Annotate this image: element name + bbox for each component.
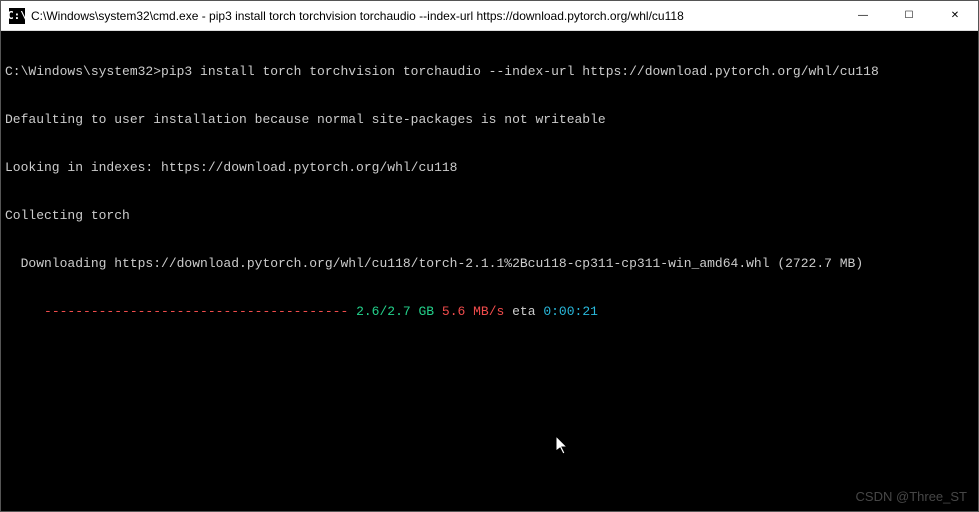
prompt-line: C:\Windows\system32>pip3 install torch t…: [5, 64, 974, 80]
progress-eta-value: 0:00:21: [543, 304, 598, 319]
typed-command: pip3 install torch torchvision torchaudi…: [161, 64, 879, 79]
progress-line: --------------------------------------- …: [5, 304, 974, 320]
close-button[interactable]: ✕: [932, 1, 978, 30]
progress-spacer: [348, 304, 356, 319]
cmd-window: C:\ C:\Windows\system32\cmd.exe - pip3 i…: [0, 0, 979, 512]
progress-indent: [5, 304, 44, 319]
prompt: C:\Windows\system32>: [5, 64, 161, 79]
watermark: CSDN @Three_ST: [856, 489, 967, 504]
maximize-button[interactable]: ☐: [886, 1, 932, 30]
output-indexes: Looking in indexes: https://download.pyt…: [5, 160, 974, 176]
mouse-cursor-icon: [556, 436, 570, 456]
output-defaulting: Defaulting to user installation because …: [5, 112, 974, 128]
cmd-icon: C:\: [9, 8, 25, 24]
progress-eta-label: eta: [504, 304, 543, 319]
output-collecting: Collecting torch: [5, 208, 974, 224]
progress-size: 2.6/2.7 GB: [356, 304, 434, 319]
minimize-button[interactable]: —: [840, 1, 886, 30]
progress-speed: 5.6 MB/s: [434, 304, 504, 319]
window-controls: — ☐ ✕: [840, 1, 978, 30]
window-title: C:\Windows\system32\cmd.exe - pip3 insta…: [31, 9, 840, 23]
titlebar[interactable]: C:\ C:\Windows\system32\cmd.exe - pip3 i…: [1, 1, 978, 31]
terminal-area[interactable]: C:\Windows\system32>pip3 install torch t…: [1, 31, 978, 511]
progress-bar: ---------------------------------------: [44, 304, 348, 319]
output-downloading: Downloading https://download.pytorch.org…: [5, 256, 974, 272]
